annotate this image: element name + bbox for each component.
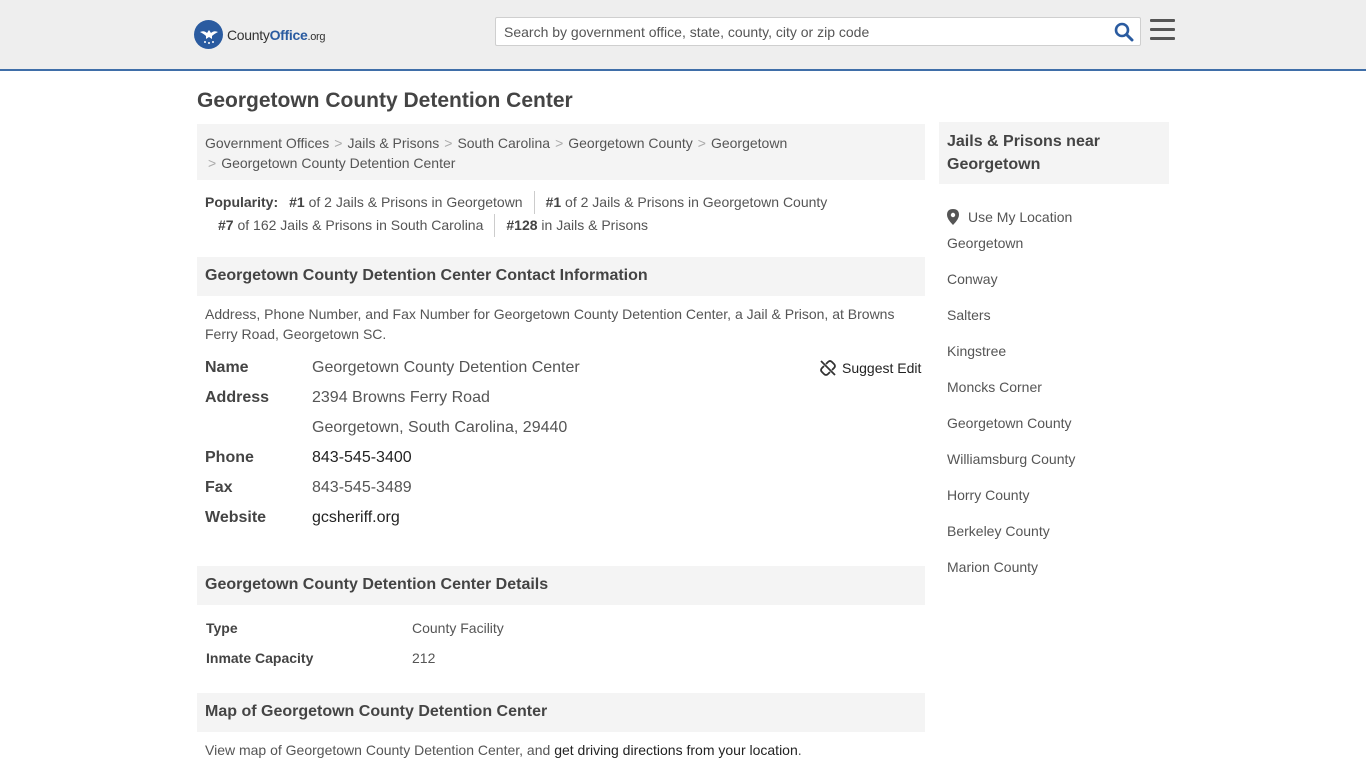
nearby-link[interactable]: Conway <box>947 271 998 287</box>
broken-link-icon <box>820 360 836 376</box>
type-value: County Facility <box>412 620 504 636</box>
breadcrumb: Government Offices > Jails & Prisons > South… <box>197 124 925 180</box>
chevron-right-icon: > <box>334 135 343 151</box>
name-value: Georgetown County Detention Center <box>312 359 580 376</box>
breadcrumb-jails-prisons[interactable]: Jails & Prisons <box>347 135 439 151</box>
popularity-item: #7 of 162 Jails & Prisons in South Carol… <box>218 217 484 233</box>
nearby-link[interactable]: Berkeley County <box>947 523 1050 539</box>
phone-link[interactable]: 843-545-3400 <box>312 449 412 466</box>
page-title: Georgetown County Detention Center <box>197 89 573 112</box>
map-pin-icon <box>947 209 959 225</box>
type-label: Type <box>206 620 238 636</box>
use-my-location-link[interactable]: Use My Location <box>968 209 1072 225</box>
capacity-value: 212 <box>412 650 436 666</box>
hamburger-menu-icon[interactable] <box>1150 19 1175 41</box>
suggest-edit-link[interactable]: Suggest Edit <box>842 360 921 376</box>
fax-value: 843-545-3489 <box>312 479 412 496</box>
breadcrumb-south-carolina[interactable]: South Carolina <box>457 135 550 151</box>
site-logo[interactable]: CountyOffice.org <box>194 20 326 49</box>
breadcrumb-georgetown[interactable]: Georgetown <box>711 135 787 151</box>
nearby-item-williamsburg-county: Williamsburg County <box>947 451 1075 487</box>
popularity-item: #1 of 2 Jails & Prisons in Georgetown <box>289 194 523 210</box>
nearby-list: Use My Location Georgetown Conway Salter… <box>947 199 1075 595</box>
popularity-item: #128 in Jails & Prisons <box>494 214 659 237</box>
nearby-link[interactable]: Salters <box>947 307 991 323</box>
search-button[interactable] <box>1114 22 1134 42</box>
nearby-item-berkeley-county: Berkeley County <box>947 523 1075 559</box>
address-label: Address <box>205 389 270 406</box>
chevron-right-icon: > <box>697 135 706 151</box>
nearby-item-salters: Salters <box>947 307 1075 343</box>
nearby-item-marion-county: Marion County <box>947 559 1075 595</box>
driving-directions-link[interactable]: get driving directions from your locatio… <box>554 742 798 758</box>
popularity-item: #1 of 2 Jails & Prisons in Georgetown Co… <box>533 191 839 214</box>
contact-description: Address, Phone Number, and Fax Number fo… <box>205 306 895 342</box>
sidebar-heading: Jails & Prisons near Georgetown <box>939 122 1169 184</box>
search-box <box>495 17 1141 46</box>
popularity-rankings: Popularity: #1 of 2 Jails & Prisons in Ge… <box>205 191 925 237</box>
nearby-item-horry-county: Horry County <box>947 487 1075 523</box>
nearby-item-georgetown-county: Georgetown County <box>947 415 1075 451</box>
nearby-link[interactable]: Marion County <box>947 559 1038 575</box>
details-heading: Georgetown County Detention Center Detai… <box>197 566 925 605</box>
popularity-label: Popularity: <box>205 194 279 210</box>
search-icon <box>1114 22 1134 42</box>
suggest-edit-button[interactable]: Suggest Edit <box>820 360 921 376</box>
contact-heading: Georgetown County Detention Center Conta… <box>197 257 925 296</box>
site-header: CountyOffice.org <box>0 0 1366 71</box>
map-heading: Map of Georgetown County Detention Cente… <box>197 693 925 732</box>
nearby-link[interactable]: Williamsburg County <box>947 451 1075 467</box>
use-my-location[interactable]: Use My Location <box>947 199 1075 235</box>
nearby-link[interactable]: Georgetown County <box>947 415 1072 431</box>
map-description: View map of Georgetown County Detention … <box>205 742 802 758</box>
chevron-right-icon: > <box>444 135 453 151</box>
nearby-item-georgetown: Georgetown <box>947 235 1075 271</box>
logo-wordmark: CountyOffice.org <box>227 26 326 43</box>
nearby-item-conway: Conway <box>947 271 1075 307</box>
chevron-right-icon: > <box>555 135 564 151</box>
breadcrumb-georgetown-county[interactable]: Georgetown County <box>568 135 693 151</box>
name-label: Name <box>205 359 249 376</box>
breadcrumb-government-offices[interactable]: Government Offices <box>205 135 329 151</box>
nearby-link[interactable]: Horry County <box>947 487 1029 503</box>
breadcrumb-current: Georgetown County Detention Center <box>221 155 456 171</box>
nearby-link[interactable]: Moncks Corner <box>947 379 1042 395</box>
nearby-link[interactable]: Kingstree <box>947 343 1006 359</box>
phone-label: Phone <box>205 449 254 466</box>
nearby-link[interactable]: Georgetown <box>947 235 1023 251</box>
address-line2: Georgetown, South Carolina, 29440 <box>312 419 568 436</box>
nearby-item-kingstree: Kingstree <box>947 343 1075 379</box>
capacity-label: Inmate Capacity <box>206 650 314 666</box>
nearby-item-moncks-corner: Moncks Corner <box>947 379 1075 415</box>
chevron-right-icon: > <box>208 155 217 171</box>
website-label: Website <box>205 509 267 526</box>
website-link[interactable]: gcsheriff.org <box>312 509 400 526</box>
search-input[interactable] <box>496 18 1096 45</box>
fax-label: Fax <box>205 479 233 496</box>
address-line1: 2394 Browns Ferry Road <box>312 389 490 406</box>
eagle-seal-icon <box>194 20 223 49</box>
